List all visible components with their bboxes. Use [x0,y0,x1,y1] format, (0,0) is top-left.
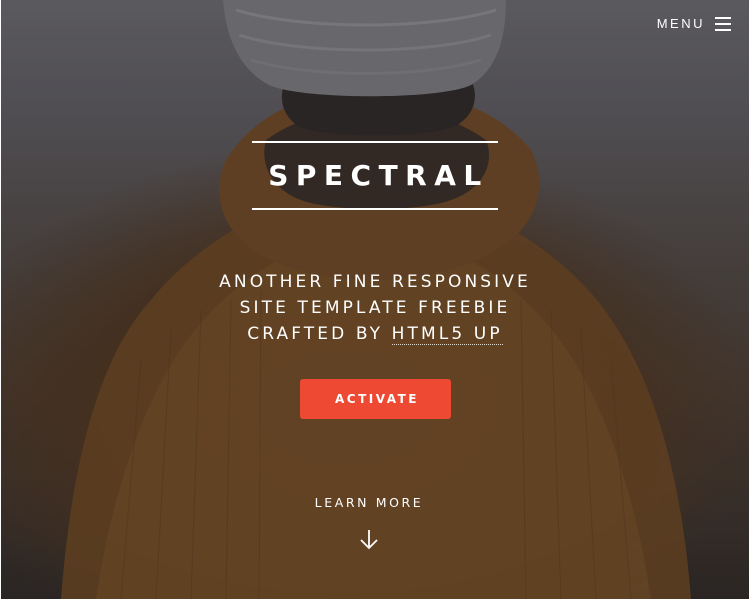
tagline-line-1: Another fine responsive [219,272,531,292]
menu-button[interactable]: Menu [657,14,731,34]
tagline-line-3: crafted by HTML5 UP [151,321,599,347]
tagline-line-3-text: crafted by [247,324,384,344]
html5up-link[interactable]: HTML5 UP [391,324,503,345]
tagline: Another fine responsive site template fr… [151,269,599,347]
site-title: Spectral [268,159,489,192]
menu-label: Menu [656,16,705,31]
hamburger-icon [715,17,731,31]
tagline-line-2: site template freebie [239,298,511,318]
banner-section: Menu Spectral Another fine responsive si… [1,0,749,599]
arrow-down-icon [360,530,378,550]
activate-button[interactable]: Activate [300,379,451,419]
learn-more-link[interactable]: Learn More [269,494,469,550]
site-title-box: Spectral [252,141,498,210]
learn-more-label: Learn More [314,495,424,510]
